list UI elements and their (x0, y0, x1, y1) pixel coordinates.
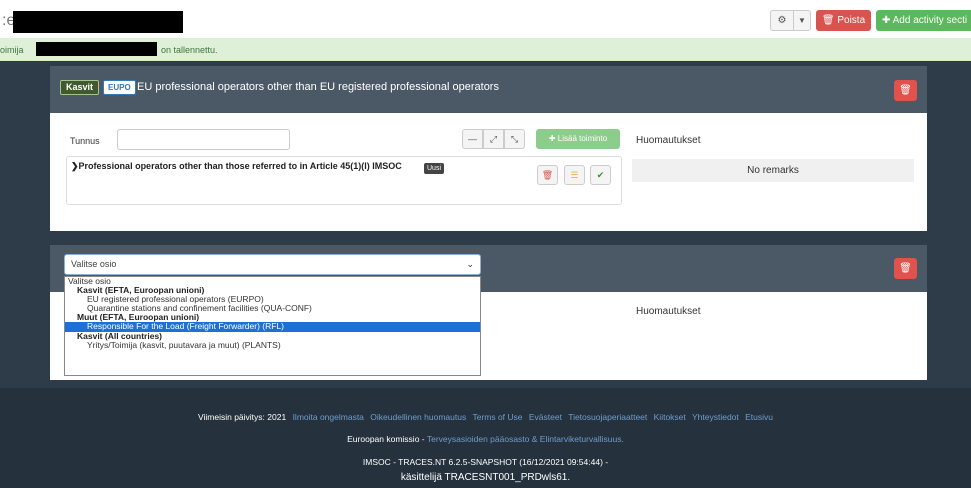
delete-button[interactable]: 🗑 Poista (816, 10, 871, 31)
chevron-down-icon: ⌄ (466, 259, 474, 269)
alert-message: on tallennettu. (161, 45, 218, 55)
add-activity-section-label: Add activity secti (892, 15, 968, 26)
expand-all-icon: ⤡ (510, 134, 519, 144)
top-bar: :e ⚙ ▼ 🗑 Poista ✚ Add activity secti (0, 0, 971, 38)
remarks-box: No remarks (632, 159, 914, 182)
list-icon: ☰ (570, 170, 579, 180)
caret-down-icon: ▼ (798, 16, 806, 25)
plus-icon: ✚ (548, 134, 556, 143)
remarks-label: Huomautukset (636, 306, 701, 317)
footer-link-contact[interactable]: Yhteystiedot (692, 412, 739, 422)
minus-icon: — (468, 134, 477, 144)
section-select-dropdown[interactable]: Valitse osio Kasvit (EFTA, Euroopan unio… (64, 276, 481, 376)
confirm-activity-button[interactable]: ✔ (590, 165, 611, 185)
add-activity-label: Lisää toiminto (557, 134, 608, 143)
settings-dropdown-button[interactable]: ▼ (793, 10, 811, 31)
last-updated: Viimeisin päivitys: 2021 (197, 412, 287, 422)
badge-kasvit: Kasvit (60, 80, 100, 95)
delete-activity-button[interactable]: 🗑 (537, 165, 558, 185)
expand-all-button[interactable]: ⤡ (504, 129, 525, 149)
handler-info: käsittelijä TRACESNT001_PRDwls61. (400, 472, 571, 483)
trash-icon: 🗑 (899, 85, 912, 96)
tunnus-label: Tunnus (70, 136, 100, 146)
badge-eupo: EUPO (103, 80, 136, 95)
trash-icon: 🗑 (541, 170, 554, 180)
footer-link-privacy[interactable]: Tietosuojaperiaatteet (568, 412, 647, 422)
success-alert: oimija on tallennettu. (0, 38, 971, 61)
alert-prefix: oimija (0, 45, 24, 55)
delete-section-button[interactable]: 🗑 (894, 258, 917, 279)
redacted-title (13, 11, 183, 33)
footer-link-report-problem[interactable]: Ilmoita ongelmasta (293, 412, 364, 422)
settings-button[interactable]: ⚙ (770, 10, 794, 31)
footer-links-row: Viimeisin päivitys: 2021 Ilmoita ongelma… (0, 412, 971, 422)
delete-section-button[interactable]: 🗑 (894, 80, 917, 101)
activity-item: ❯Professional operators other than those… (66, 156, 622, 205)
plus-icon: ✚ (882, 15, 891, 26)
gear-icon: ⚙ (777, 15, 787, 26)
activity-section-panel: Kasvit EUPO EU professional operators ot… (50, 66, 927, 231)
commission-text: Euroopan komissio - (347, 434, 425, 444)
footer-commission-row: Euroopan komissio - Terveysasioiden pääo… (0, 434, 971, 444)
footer-link-acknowledgements[interactable]: Kiitokset (654, 412, 686, 422)
section-header: Kasvit EUPO EU professional operators ot… (50, 66, 927, 113)
chevron-right-icon: ❯ (71, 161, 79, 171)
collapse-button[interactable]: — (462, 129, 483, 149)
version-info: IMSOC - TRACES.NT 6.2.5-SNAPSHOT (16/12/… (362, 457, 609, 467)
check-icon: ✔ (596, 170, 605, 180)
section-select-value: Valitse osio (71, 259, 117, 269)
edit-activity-button[interactable]: ☰ (564, 165, 585, 185)
new-badge: Uusi (424, 163, 445, 174)
trash-icon: 🗑 (821, 15, 835, 26)
remarks-label: Huomautukset (636, 135, 701, 146)
footer: Viimeisin päivitys: 2021 Ilmoita ongelma… (0, 388, 971, 488)
dropdown-option[interactable]: Yritys/Toimija (kasvit, puutavara ja muu… (65, 340, 480, 350)
footer-link-terms[interactable]: Terms of Use (472, 412, 522, 422)
add-activity-section-button[interactable]: ✚ Add activity secti (876, 10, 971, 31)
footer-link-cookies[interactable]: Evästeet (529, 412, 562, 422)
expand-button[interactable]: ⤢ (483, 129, 504, 149)
footer-link-legal-notice[interactable]: Oikeudellinen huomautus (370, 412, 466, 422)
trash-icon: 🗑 (899, 263, 912, 274)
footer-link-dg-sante[interactable]: Terveysasioiden pääosasto & Elintarviket… (427, 434, 624, 444)
section-select[interactable]: Valitse osio ⌄ (64, 254, 481, 275)
expand-icon: ⤢ (489, 134, 498, 144)
tunnus-input[interactable] (117, 129, 290, 150)
activity-title[interactable]: ❯Professional operators other than those… (71, 161, 402, 172)
section-title: EU professional operators other than EU … (137, 81, 499, 93)
activity-title-text: Professional operators other than those … (78, 161, 402, 171)
delete-button-label: Poista (837, 15, 866, 26)
footer-link-home[interactable]: Etusivu (745, 412, 773, 422)
add-activity-button[interactable]: ✚ Lisää toiminto (536, 129, 620, 149)
redacted-operator-name (36, 42, 157, 56)
